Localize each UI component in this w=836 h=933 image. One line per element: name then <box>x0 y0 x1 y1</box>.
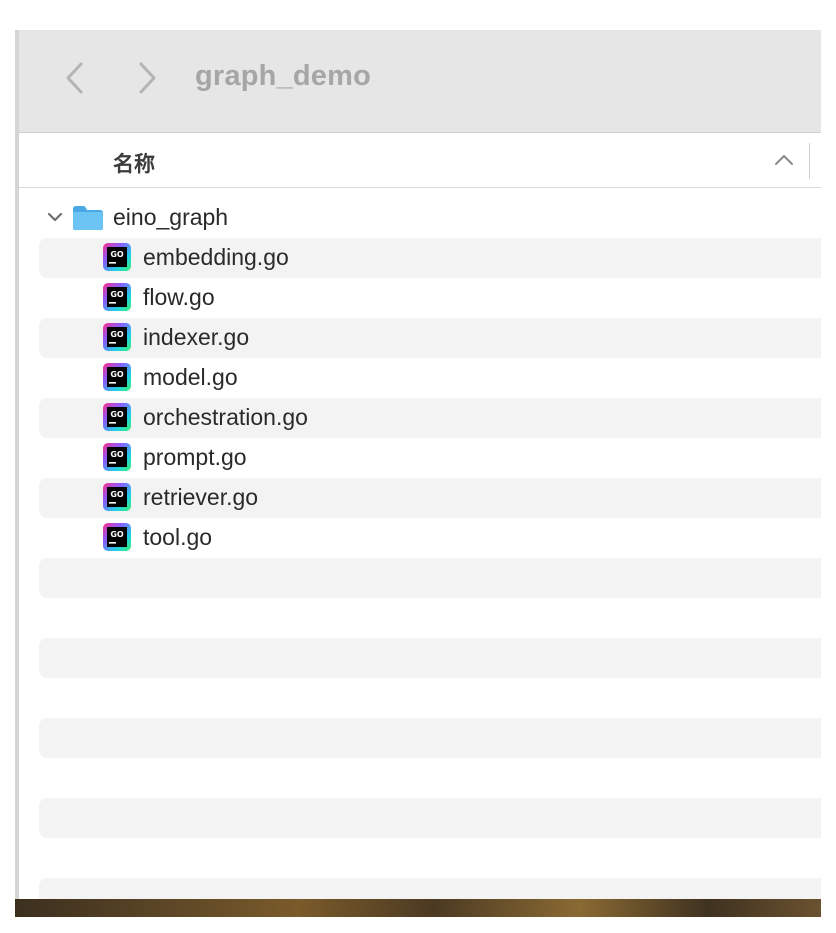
file-name: tool.go <box>143 524 213 550</box>
empty-row <box>39 878 821 899</box>
list-item[interactable]: GO flow.go <box>39 278 821 318</box>
file-name: retriever.go <box>143 484 259 510</box>
file-name: indexer.go <box>143 324 250 350</box>
chevron-down-icon[interactable] <box>45 207 65 227</box>
goland-go-file-icon: GO <box>103 363 131 391</box>
empty-row <box>39 798 821 838</box>
goland-go-file-icon: GO <box>103 523 131 551</box>
svg-text:GO: GO <box>110 370 124 379</box>
file-name: embedding.go <box>143 244 289 270</box>
forward-button[interactable] <box>127 58 167 98</box>
goland-go-file-icon: GO <box>103 443 131 471</box>
list-item[interactable]: GO tool.go <box>39 518 821 558</box>
list-item[interactable]: GO orchestration.go <box>39 398 821 438</box>
desktop-wallpaper-strip <box>15 899 821 917</box>
goland-go-file-icon: GO <box>103 283 131 311</box>
goland-go-file-icon: GO <box>103 483 131 511</box>
file-name: orchestration.go <box>143 404 308 430</box>
file-name: model.go <box>143 364 238 390</box>
chevron-up-icon[interactable] <box>773 150 795 170</box>
list-item[interactable]: GO indexer.go <box>39 318 821 358</box>
list-item[interactable]: GO model.go <box>39 358 821 398</box>
column-divider[interactable] <box>809 143 810 179</box>
list-item[interactable]: GO prompt.go <box>39 438 821 478</box>
svg-text:GO: GO <box>110 290 124 299</box>
svg-text:GO: GO <box>110 490 124 499</box>
file-name: prompt.go <box>143 444 247 470</box>
toolbar: graph_demo <box>19 30 821 133</box>
svg-text:GO: GO <box>110 330 124 339</box>
empty-row <box>39 678 821 718</box>
folder-name: eino_graph <box>113 204 229 230</box>
back-button[interactable] <box>55 58 95 98</box>
goland-go-file-icon: GO <box>103 323 131 351</box>
folder-row[interactable]: eino_graph <box>19 198 821 238</box>
file-name: flow.go <box>143 284 215 310</box>
chevron-left-icon <box>66 62 83 94</box>
empty-row <box>39 598 821 638</box>
list-item[interactable]: GO retriever.go <box>39 478 821 518</box>
svg-text:GO: GO <box>110 530 124 539</box>
chevron-right-icon <box>139 62 156 94</box>
empty-row <box>39 758 821 798</box>
name-column-label: 名称 <box>113 153 155 176</box>
window-title: graph_demo <box>195 60 372 92</box>
empty-row <box>39 638 821 678</box>
svg-text:GO: GO <box>110 250 124 259</box>
svg-text:GO: GO <box>110 410 124 419</box>
empty-row <box>39 718 821 758</box>
goland-go-file-icon: GO <box>103 403 131 431</box>
finder-window: graph_demo 名称 eino_graph GO embedding.go… <box>15 30 821 899</box>
goland-go-file-icon: GO <box>103 243 131 271</box>
folder-icon <box>73 206 103 230</box>
svg-text:GO: GO <box>110 450 124 459</box>
empty-row <box>39 838 821 878</box>
empty-row <box>39 558 821 598</box>
list-item[interactable]: GO embedding.go <box>39 238 821 278</box>
column-header[interactable]: 名称 <box>19 133 821 188</box>
